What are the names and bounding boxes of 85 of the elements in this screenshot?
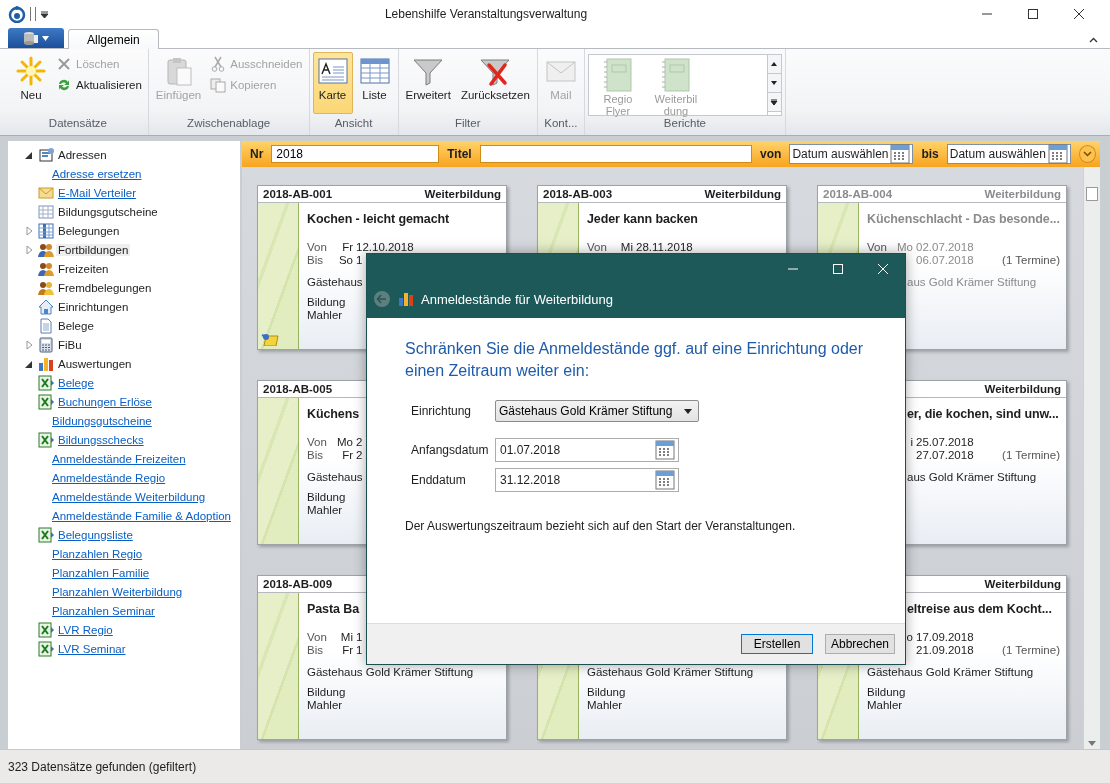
event-category: Weiterbildung: [984, 383, 1061, 395]
event-date: 17.09.2018: [916, 630, 974, 643]
event-date: 02.07.2018: [916, 240, 974, 253]
event-title: eltreise aus dem Kocht...: [907, 602, 1052, 616]
weekday: Mi: [339, 630, 353, 643]
weekday: Mo: [336, 435, 353, 448]
group-label: Datensätze: [47, 117, 108, 131]
field-label: Anfangsdatum: [411, 443, 490, 457]
event-number: 2018-AB-001: [263, 188, 333, 200]
window-title: Lebenshilfe Veranstaltungsverwaltung: [383, 7, 589, 21]
venue-name: Gästehaus Gold Krämer Stiftung: [867, 666, 1034, 678]
field-label: von: [759, 147, 783, 161]
venue-name: Gästehaus: [307, 276, 363, 288]
weekday: Mo: [896, 240, 913, 253]
field-label: bis: [920, 147, 940, 161]
organizer-name: Mahler: [587, 699, 623, 711]
group-label: Filter: [453, 117, 482, 131]
event-category: Weiterbildung: [984, 188, 1061, 200]
organizer-name: Mahler: [867, 699, 903, 711]
venue-name: Gästehaus Gold Krämer Stiftung: [307, 666, 474, 678]
organizer-name: Mahler: [307, 699, 343, 711]
event-type: Bildung: [587, 686, 626, 698]
group-label: Kont...: [543, 117, 579, 131]
event-title: er, die kochen, sind unw...: [907, 407, 1059, 421]
event-date: 2: [356, 435, 363, 448]
field-label: Nr: [249, 147, 265, 161]
event-date: 2: [356, 448, 363, 461]
event-date: 06.07.2018: [916, 253, 974, 266]
info-text: Der Auswertungszeitraum bezieht sich auf den Start der Veranstaltungen.: [405, 519, 797, 533]
weekday: o: [905, 630, 913, 643]
event-date: 28.11.2018: [636, 240, 693, 253]
appointment-count: (1 Termine): [1002, 643, 1061, 656]
field-label: Einrichtung: [411, 404, 473, 418]
date-label: Von: [307, 630, 328, 643]
event-category: Weiterbildung: [424, 188, 501, 200]
event-number: 2018-AB-005: [263, 383, 333, 395]
dialog-title: Anmeldestände für Weiterbildung: [421, 291, 613, 307]
event-date: 1: [356, 253, 363, 266]
venue-name: aus Gold Krämer Stiftung: [907, 276, 1037, 288]
event-date: 21.09.2018: [916, 643, 974, 656]
event-number: 2018-AB-004: [823, 188, 893, 200]
event-type: Bildung: [307, 686, 346, 698]
group-label: Zwischenablage: [186, 117, 272, 131]
event-number: 2018-AB-003: [543, 188, 613, 200]
weekday: Fr: [341, 448, 353, 461]
date-label: Bis: [307, 253, 324, 266]
weekday: Mi: [619, 240, 633, 253]
group-label: Ansicht: [333, 117, 374, 131]
weekday: Fr: [341, 240, 353, 253]
event-title: Jeder kann backen: [587, 212, 698, 226]
venue-name: Gästehaus: [307, 471, 363, 483]
date-label: Von: [307, 435, 328, 448]
venue-name: aus Gold Krämer Stiftung: [907, 471, 1037, 483]
event-title: Kochen - leicht gemacht: [307, 212, 450, 226]
appointment-count: (1 Termine): [1002, 448, 1061, 461]
date-label: Bis: [307, 448, 324, 461]
weekday: So: [337, 253, 353, 266]
status-text: 323 Datensätze gefunden (gefiltert): [8, 759, 197, 774]
event-date: 1: [356, 630, 363, 643]
event-type: Bildung: [867, 686, 906, 698]
event-title: Küchenschlacht - Das besonde...: [867, 212, 1060, 226]
date-label: Von: [587, 240, 608, 253]
event-type: Bildung: [307, 491, 346, 503]
date-label: Von: [867, 240, 888, 253]
event-number: 2018-AB-009: [263, 578, 333, 590]
date-label: Bis: [307, 643, 324, 656]
date-label: Von: [307, 240, 328, 253]
event-title: Pasta Ba: [307, 602, 359, 616]
event-date: 12.10.2018: [356, 240, 414, 253]
venue-name: Gästehaus Gold Krämer Stiftung: [587, 666, 754, 678]
field-label: Enddatum: [411, 473, 467, 487]
appointment-count: (1 Termine): [1002, 253, 1061, 266]
organizer-name: Mahler: [307, 504, 343, 516]
group-label: Berichte: [662, 117, 707, 131]
event-category: Weiterbildung: [984, 578, 1061, 590]
event-title: Küchens: [307, 407, 360, 421]
event-date: 1: [356, 643, 363, 656]
event-type: Bildung: [307, 296, 346, 308]
field-label: Titel: [446, 147, 473, 161]
weekday: Fr: [341, 643, 353, 656]
weekday: i: [909, 435, 913, 448]
organizer-name: Mahler: [307, 309, 343, 321]
event-date: 27.07.2018: [916, 448, 974, 461]
event-category: Weiterbildung: [704, 188, 781, 200]
event-date: 25.07.2018: [916, 435, 974, 448]
